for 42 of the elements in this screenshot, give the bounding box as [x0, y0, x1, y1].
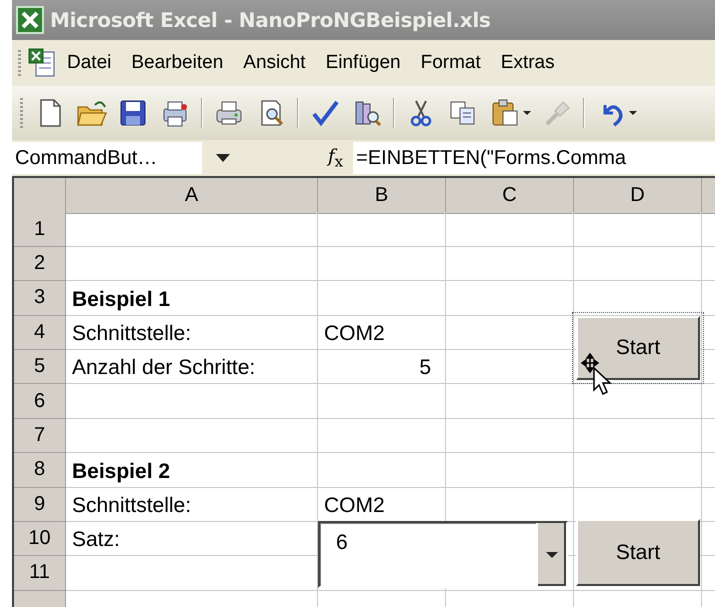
table-cell: Beispiel 2 [66, 453, 318, 488]
move-cursor-icon [580, 352, 614, 396]
table-cell: Schnittstelle: [66, 316, 318, 350]
start-button[interactable]: Start [576, 519, 700, 586]
column-header[interactable]: B [318, 178, 446, 214]
menu-item[interactable]: Extras [490, 48, 565, 78]
column-header[interactable]: A [66, 178, 318, 214]
name-box[interactable]: CommandBut… [12, 142, 202, 174]
row-header[interactable]: 1 [14, 212, 66, 247]
caret-icon[interactable] [629, 111, 637, 115]
dropdown-caret-icon[interactable] [546, 552, 558, 558]
table-cell: 5 [318, 350, 446, 384]
formula-field[interactable]: =EINBETTEN("Forms.Comma [353, 142, 715, 174]
dropdown-button[interactable] [536, 523, 566, 586]
combo-box[interactable]: 6 [318, 521, 568, 588]
menu-item[interactable]: Bearbeiten [121, 48, 234, 78]
row-header[interactable]: 8 [14, 453, 66, 488]
table-cell: Anzahl der Schritte: [66, 350, 318, 384]
insert-function-button[interactable]: f$_{x}$ [328, 146, 344, 170]
window-title: Microsoft Excel - NanoProNGBeispiel.xls [50, 8, 490, 32]
row-header[interactable]: 4 [14, 316, 66, 350]
row-header[interactable]: 3 [14, 281, 66, 316]
menu-item[interactable]: Format [410, 48, 491, 78]
caret-icon[interactable] [523, 111, 531, 115]
column-header[interactable]: D [574, 178, 702, 214]
row-header[interactable]: 7 [14, 418, 66, 454]
row-header[interactable]: 6 [14, 384, 66, 419]
table-cell: COM2 [318, 316, 446, 350]
menu-item[interactable]: Datei [57, 48, 122, 78]
row-header[interactable]: 2 [14, 246, 66, 282]
row-header[interactable]: 10 [14, 522, 66, 556]
combo-value: 6 [336, 531, 348, 555]
column-header[interactable]: C [446, 178, 574, 214]
row-header[interactable]: 11 [14, 556, 66, 591]
table-cell: Schnittstelle: [66, 488, 318, 522]
menu-item[interactable]: Ansicht [233, 48, 316, 78]
dropdown-caret-icon[interactable] [216, 154, 230, 162]
table-cell: Beispiel 1 [66, 281, 318, 316]
row-header[interactable]: 5 [14, 350, 66, 384]
menu-item[interactable]: Einfügen [316, 48, 411, 78]
row-header[interactable]: 9 [14, 488, 66, 522]
excel-logo-icon [16, 6, 44, 34]
